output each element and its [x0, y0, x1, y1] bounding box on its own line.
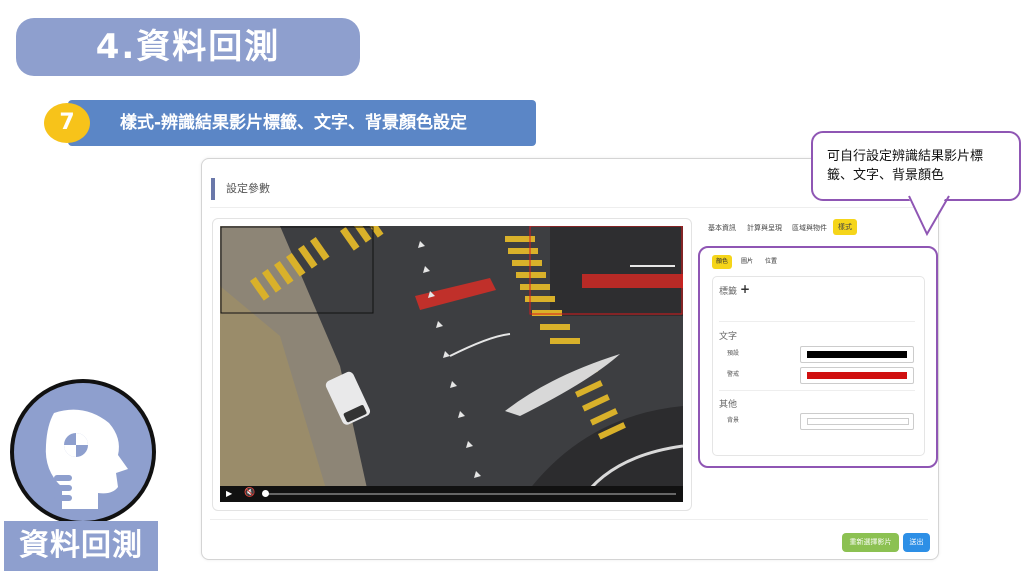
finish-button[interactable]: 送出 [903, 533, 930, 552]
step-number-badge: 7 [44, 103, 90, 143]
background-color-picker[interactable] [800, 413, 914, 430]
video-player[interactable] [220, 226, 683, 502]
callout-text: 可自行設定辨識結果影片標籤、文字、背景顏色 [827, 149, 984, 183]
label-section-title: 標籤 [719, 287, 738, 297]
progress-track[interactable] [264, 493, 676, 495]
step-title: 樣式-辨識結果影片標籤、文字、背景顏色設定 [120, 113, 468, 133]
tab-region-object[interactable]: 區域與物件 [792, 221, 827, 235]
text-alert-label: 警戒 [727, 371, 740, 378]
play-icon[interactable]: ▶ [226, 489, 232, 498]
subtab-position[interactable]: 位置 [765, 255, 777, 269]
panel-header-divider [210, 207, 928, 208]
mute-icon[interactable]: 🔇 [244, 488, 255, 498]
step-bar: 樣式-辨識結果影片標籤、文字、背景顏色設定 [68, 100, 536, 146]
progress-handle[interactable] [262, 490, 269, 497]
slide-title: 4.資料回測 [95, 27, 281, 67]
tab-basic-info[interactable]: 基本資訊 [708, 221, 736, 235]
background-label: 背景 [727, 417, 740, 424]
callout-pointer [907, 195, 950, 237]
panel-header: 設定參數 [226, 182, 270, 195]
text-default-color-picker[interactable] [800, 346, 914, 363]
subtab-image[interactable]: 圖片 [741, 255, 753, 269]
callout-bubble: 可自行設定辨識結果影片標籤、文字、背景顏色 [811, 131, 1021, 201]
divider [719, 321, 915, 322]
video-controls: ▶ 🔇 [220, 486, 683, 502]
subtab-color[interactable]: 顏色 [712, 255, 733, 269]
aerial-video-frame [220, 226, 683, 502]
background-swatch [807, 418, 909, 425]
other-section-title: 其他 [719, 400, 738, 410]
bottom-section-label: 資料回測 [4, 521, 158, 571]
text-default-swatch [807, 351, 907, 358]
tab-calc-display[interactable]: 計算與呈現 [747, 221, 782, 235]
data-replay-icon [10, 379, 156, 525]
head-profile-icon [45, 409, 128, 509]
text-alert-color-picker[interactable] [800, 367, 914, 384]
text-section-title: 文字 [719, 332, 738, 342]
footer-divider [210, 519, 928, 520]
text-default-label: 預設 [727, 350, 740, 357]
reselect-video-button[interactable]: 重新選擇影片 [842, 533, 899, 552]
tab-style[interactable]: 樣式 [833, 219, 857, 235]
text-alert-swatch [807, 372, 907, 379]
panel-header-accent [211, 178, 215, 200]
slide-title-pill: 4.資料回測 [16, 18, 360, 76]
divider [719, 390, 915, 391]
add-label-icon[interactable]: + [740, 282, 750, 296]
